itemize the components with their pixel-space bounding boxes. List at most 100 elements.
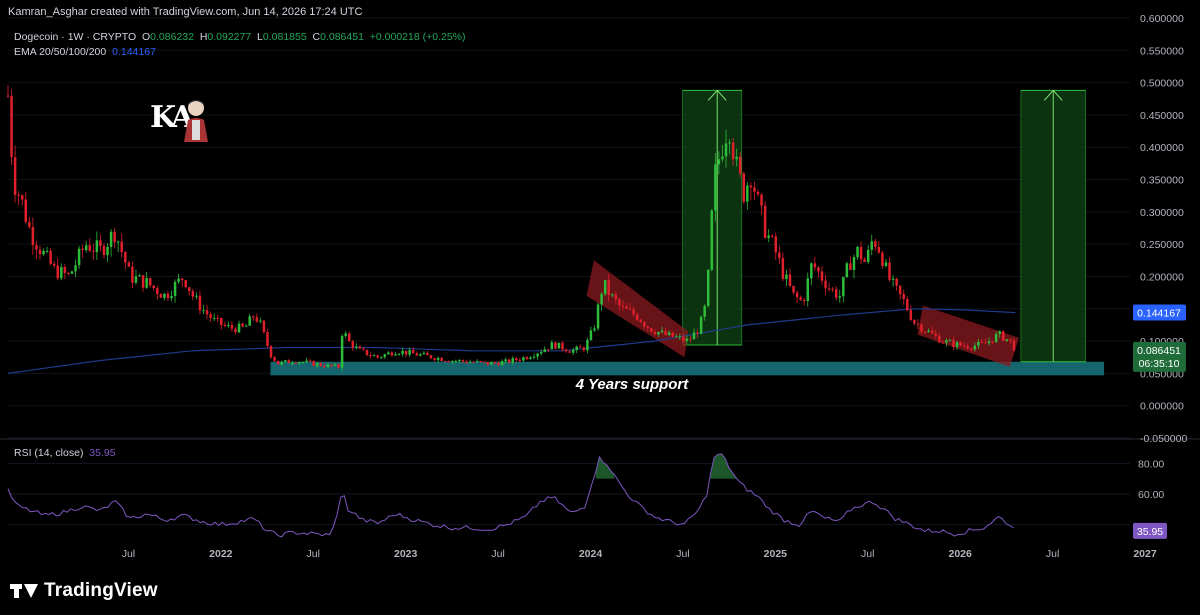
price-tick-label: 0.300000 (1140, 207, 1184, 219)
candle-body (735, 156, 738, 160)
candle-body (355, 346, 358, 348)
candle-body (852, 257, 856, 270)
bar-countdown-text: 06:35:10 (1139, 358, 1180, 370)
candle-body (291, 362, 294, 364)
open-label: O (142, 31, 151, 43)
candle-body (84, 245, 88, 251)
candle-body (106, 246, 109, 256)
time-tick-label: 2024 (579, 548, 603, 560)
candle-body (646, 326, 650, 329)
candle-body (447, 361, 451, 363)
candle-body (244, 325, 248, 327)
candle-body (248, 316, 251, 326)
price-tick-label: 0.600000 (1140, 13, 1184, 25)
candle-body (475, 361, 479, 363)
candle-body (785, 274, 788, 279)
candle-body (763, 205, 767, 238)
tradingview-logo: TradingView (10, 580, 158, 602)
candle-body (344, 333, 347, 336)
tradingview-logo-icon (10, 581, 38, 601)
candle-body (1012, 340, 1016, 351)
candle-body (493, 362, 497, 364)
high-value: 0.092277 (207, 31, 252, 43)
time-tick-label: 2023 (394, 548, 418, 560)
candle-body (390, 352, 394, 356)
candle-body (596, 304, 600, 329)
candle-body (888, 262, 891, 280)
candle-body (259, 320, 262, 322)
attribution: Kamran_Asghar created with TradingView.c… (8, 6, 363, 18)
candle-body (52, 263, 56, 266)
candle-body (333, 364, 337, 366)
candle-body (426, 352, 429, 356)
candle-body (930, 330, 934, 334)
candle-body (287, 360, 291, 364)
candle-body (674, 336, 678, 338)
candle-body (131, 266, 134, 283)
symbol-legend[interactable]: Dogecoin · 1W · CRYPTO O0.086232 H0.0922… (14, 30, 466, 60)
candle-body (31, 226, 35, 246)
candle-body (717, 159, 721, 165)
candle-body (369, 355, 372, 357)
candle-body (770, 235, 774, 237)
price-tick-label: 0.200000 (1140, 271, 1184, 283)
candle-body (678, 336, 682, 338)
candle-body (962, 345, 966, 347)
candle-body (205, 310, 209, 315)
candle-body (653, 331, 657, 335)
candle-body (276, 360, 280, 365)
candle-body (379, 357, 383, 359)
candle-body (529, 357, 532, 360)
candle-body (525, 357, 529, 360)
candle-body (838, 296, 841, 298)
candle-body (742, 173, 746, 202)
time-tick-label: Jul (861, 548, 874, 560)
time-tick-label: Jul (122, 548, 135, 560)
candle-body (451, 360, 454, 363)
candle-body (504, 359, 507, 362)
candle-body (347, 333, 351, 342)
time-tick-label: 2026 (948, 548, 972, 560)
symbol-name: Dogecoin · 1W · CRYPTO (14, 31, 137, 43)
candle-body (518, 359, 522, 361)
candle-body (980, 341, 984, 343)
candle-body (614, 294, 618, 300)
candle-body (536, 353, 539, 357)
rsi-legend[interactable]: RSI (14, close) 35.95 (14, 447, 116, 459)
candle-body (284, 360, 287, 362)
candle-body (753, 187, 756, 192)
candle-body (99, 240, 102, 247)
candle-body (863, 259, 866, 263)
candle-body (24, 199, 28, 222)
candle-body (138, 275, 141, 277)
candle-body (45, 250, 49, 252)
candle-body (411, 350, 415, 354)
candle-body (571, 349, 575, 353)
candle-body (230, 325, 234, 329)
candle-body (315, 363, 319, 366)
candle-body (148, 278, 152, 286)
candle-body (589, 330, 593, 340)
candle-body (454, 360, 458, 362)
candle-body (81, 248, 84, 251)
candle-body (404, 350, 408, 355)
candle-body (10, 95, 13, 158)
time-tick-label: 2022 (209, 548, 233, 560)
candle-body (252, 316, 255, 318)
candle-body (902, 294, 905, 300)
candle-body (710, 210, 714, 270)
candle-body (881, 252, 884, 266)
candle-body (820, 271, 824, 281)
candle-body (273, 357, 276, 361)
candle-body (831, 288, 834, 290)
candle-body (511, 358, 514, 363)
candle-body (685, 338, 689, 341)
candle-body (746, 185, 749, 202)
rsi-value-tag-text: 35.95 (1137, 526, 1163, 538)
candle-body (401, 350, 404, 354)
price-chart[interactable]: -0.0500000.0000000.0500000.1000000.15000… (0, 0, 1200, 567)
candle-body (490, 362, 493, 365)
candle-body (543, 349, 546, 353)
candle-body (319, 363, 323, 366)
candle-body (948, 340, 952, 342)
